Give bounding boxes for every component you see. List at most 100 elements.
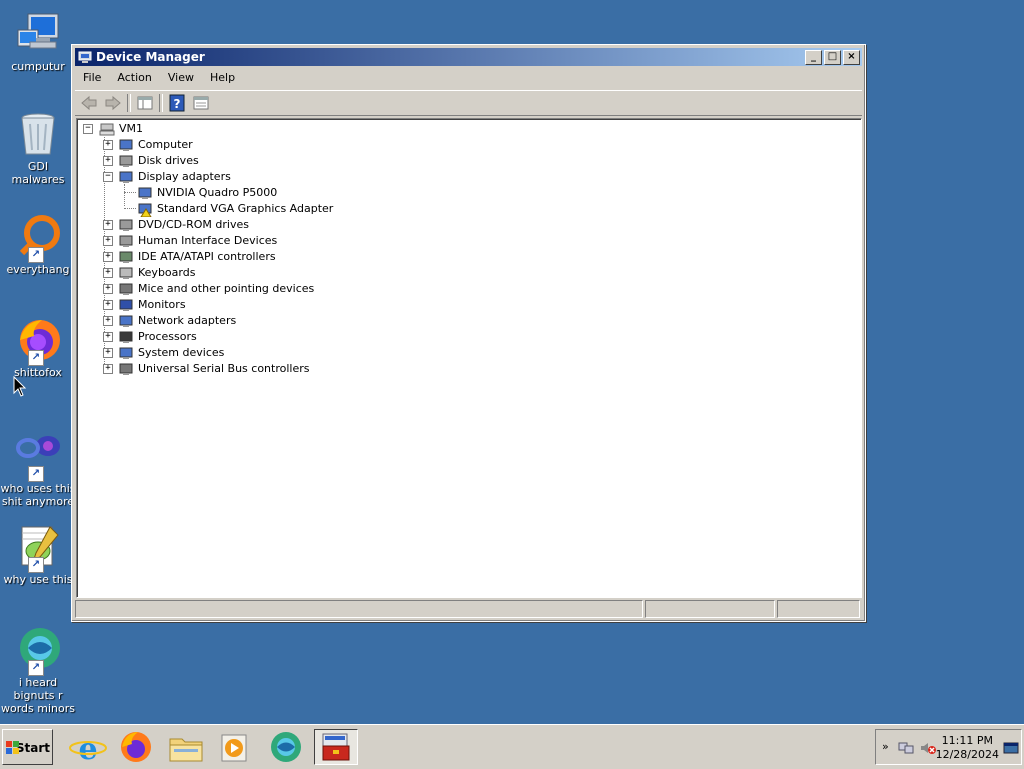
expand-toggle[interactable]: + <box>103 284 113 294</box>
firefox-icon <box>121 732 151 762</box>
tree-item-label: Network adapters <box>138 314 237 327</box>
clock-time: 11:11 PM <box>941 734 993 747</box>
media-player-icon <box>221 734 247 762</box>
display-adapter-device-icon <box>138 187 152 199</box>
clock[interactable]: 11:11 PM 12/28/2024 <box>936 734 999 762</box>
expand-toggle[interactable]: + <box>103 236 113 246</box>
taskbar-device-manager[interactable] <box>314 729 358 765</box>
disk-drive-icon <box>119 155 133 167</box>
title-bar[interactable]: Device Manager _ □ × <box>75 48 862 66</box>
taskbar-media-player[interactable] <box>212 729 256 765</box>
window-title: Device Manager <box>96 50 205 64</box>
maximize-button[interactable]: □ <box>824 50 841 65</box>
expand-toggle[interactable]: + <box>103 220 113 230</box>
back-arrow-icon <box>81 95 97 111</box>
edge-icon: ↗ <box>14 626 62 676</box>
device-manager-window: Device Manager _ □ × File Action View He… <box>71 44 866 622</box>
menu-view[interactable]: View <box>160 68 202 88</box>
keyboard-icon <box>119 267 133 279</box>
desktop-icon-label: i heard bignuts r words minors <box>1 676 75 715</box>
show-desktop-icon[interactable] <box>1003 742 1019 754</box>
properties-icon <box>193 96 209 110</box>
console-tree-icon <box>137 96 153 110</box>
taskbar-edge[interactable] <box>264 729 308 765</box>
forward-button[interactable] <box>103 94 123 112</box>
desktop-icon-shittofox[interactable]: ↗ shittofox <box>0 316 76 379</box>
svg-text:?: ? <box>174 97 181 111</box>
mouse-cursor-icon <box>13 376 27 397</box>
help-button[interactable]: ? <box>167 94 187 112</box>
menu-file[interactable]: File <box>75 68 109 88</box>
minimize-button[interactable]: _ <box>805 50 822 65</box>
shortcut-arrow-icon: ↗ <box>28 350 44 366</box>
browser-icon: ↗ <box>14 432 62 482</box>
collapse-toggle[interactable]: − <box>103 172 113 182</box>
system-tray: » 11:11 PM 12/28/2024 <box>875 729 1022 765</box>
taskbar-file-explorer[interactable] <box>164 729 208 765</box>
tree-item-label: System devices <box>138 346 225 359</box>
expand-toggle[interactable]: + <box>103 316 113 326</box>
status-pane-secondary <box>645 600 775 618</box>
desktop-icon-gdi-malwares[interactable]: GDI malwares <box>0 110 76 186</box>
tree-connector <box>124 208 136 209</box>
expand-toggle[interactable]: + <box>103 252 113 262</box>
notepad-plus-plus-icon: ↗ <box>14 523 62 573</box>
desktop-icon-cumputur[interactable]: cumputur <box>0 10 76 73</box>
expand-toggle[interactable]: + <box>103 364 113 374</box>
show-hide-console-tree-button[interactable] <box>135 94 155 112</box>
everything-search-icon: ↗ <box>14 213 62 263</box>
display-adapter-icon <box>119 171 133 183</box>
status-pane-tertiary <box>777 600 860 618</box>
tree-item-label: Universal Serial Bus controllers <box>138 362 310 375</box>
firefox-icon: ↗ <box>14 316 62 366</box>
expand-toggle[interactable]: + <box>103 348 113 358</box>
desktop-icon-everythang[interactable]: ↗ everythang <box>0 213 76 276</box>
expand-toggle[interactable]: + <box>103 140 113 150</box>
mouse-icon <box>119 283 133 295</box>
menu-action[interactable]: Action <box>109 68 159 88</box>
dvd-drive-icon <box>119 219 133 231</box>
svg-text:e: e <box>78 732 97 765</box>
desktop-icon-bignuts[interactable]: ↗ i heard bignuts r words minors <box>0 626 76 715</box>
tree-connector <box>124 192 136 193</box>
desktop-icon-label: shittofox <box>14 366 62 379</box>
back-button[interactable] <box>79 94 99 112</box>
desktop-icon-who-uses-this[interactable]: ↗ who uses this shit anymore <box>0 432 76 508</box>
properties-button[interactable] <box>191 94 211 112</box>
tree-item-label: Processors <box>138 330 197 343</box>
tree-item-label: DVD/CD-ROM drives <box>138 218 249 231</box>
processor-icon <box>119 331 133 343</box>
device-tree[interactable]: − VM1 + Computer + Disk drives − Display adap… <box>76 118 862 598</box>
expand-toggle[interactable]: + <box>103 300 113 310</box>
status-pane-main <box>75 600 643 618</box>
tray-expand-arrow[interactable]: » <box>882 740 889 753</box>
toolbar: ? <box>75 90 862 116</box>
expand-toggle[interactable]: + <box>103 332 113 342</box>
close-button[interactable]: × <box>843 50 860 65</box>
tree-item-label: Standard VGA Graphics Adapter <box>157 202 334 215</box>
shortcut-arrow-icon: ↗ <box>28 247 44 263</box>
desktop-icon-label: everythang <box>6 263 70 276</box>
computer-category-icon <box>119 139 133 151</box>
desktop-icon-label: GDI malwares <box>11 160 65 186</box>
desktop-icon-why-use-this[interactable]: ↗ why use this <box>0 523 76 586</box>
windows-logo-icon <box>6 741 19 754</box>
toolbar-separator <box>159 94 163 112</box>
taskbar-internet-explorer[interactable]: e <box>66 729 110 767</box>
shortcut-arrow-icon: ↗ <box>28 466 44 482</box>
tree-item-label: Display adapters <box>138 170 231 183</box>
tree-root-label: VM1 <box>119 122 144 135</box>
expand-toggle[interactable]: + <box>103 156 113 166</box>
internet-explorer-icon: e <box>69 732 107 767</box>
display-adapter-warning-icon <box>138 203 152 217</box>
taskbar-firefox[interactable] <box>114 729 158 765</box>
collapse-toggle[interactable]: − <box>83 124 93 134</box>
menu-bar: File Action View Help <box>75 68 862 88</box>
usb-icon <box>119 363 133 375</box>
expand-toggle[interactable]: + <box>103 268 113 278</box>
menu-help[interactable]: Help <box>202 68 243 88</box>
start-button[interactable]: Start <box>2 729 53 765</box>
network-icon[interactable] <box>898 741 914 755</box>
volume-muted-icon[interactable] <box>920 741 936 755</box>
computer-icon <box>14 10 62 58</box>
